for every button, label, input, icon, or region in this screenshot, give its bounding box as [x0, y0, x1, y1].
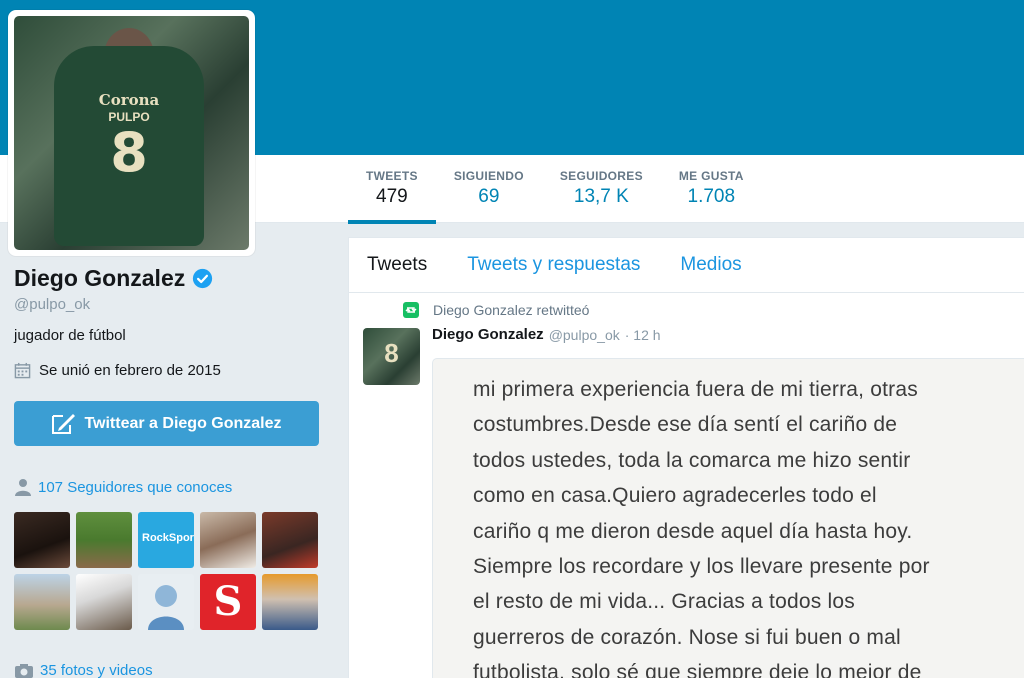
- stat-tweets[interactable]: TWEETS 479: [348, 155, 436, 224]
- follower-avatar[interactable]: [76, 574, 132, 630]
- stat-value: 1.708: [687, 186, 736, 207]
- profile-joined-text: Se unió en febrero de 2015: [39, 362, 221, 379]
- profile-handle[interactable]: @pulpo_ok: [14, 296, 334, 313]
- stat-value: 69: [478, 186, 500, 207]
- photos-videos-text: 35 fotos y videos: [40, 662, 153, 678]
- profile-name[interactable]: Diego Gonzalez: [14, 265, 185, 292]
- tweet-to-button-label: Twittear a Diego Gonzalez: [84, 414, 282, 432]
- media-text-line: todos ustedes, toda la comarca me hizo s…: [473, 448, 911, 472]
- tweet-author-name[interactable]: Diego Gonzalez: [432, 326, 544, 343]
- media-text-line: como en casa.Quiero agradecerles todo el: [473, 484, 877, 508]
- photos-videos-link[interactable]: 35 fotos y videos: [14, 662, 153, 678]
- follower-logo-mark: RockSport: [142, 532, 194, 544]
- follower-avatar[interactable]: RockSport: [138, 512, 194, 568]
- timeline: Tweets Tweets y respuestas Medios Diego …: [348, 237, 1024, 678]
- tweet-media-image[interactable]: mi primera experiencia fuera de mi tierr…: [432, 358, 1024, 678]
- tweet-author-avatar[interactable]: 8: [363, 328, 420, 385]
- tweet-timestamp[interactable]: · 12 h: [625, 327, 661, 343]
- follower-avatar[interactable]: S: [200, 574, 256, 630]
- profile-joined: Se unió en febrero de 2015: [14, 362, 334, 379]
- follower-logo-mark: S: [213, 578, 243, 625]
- stat-value: 479: [376, 186, 408, 207]
- tweet-avatar-jersey-number: 8: [384, 338, 399, 368]
- follower-avatar[interactable]: [14, 512, 70, 568]
- tab-tweets[interactable]: Tweets: [367, 254, 427, 276]
- person-icon: [15, 479, 31, 496]
- tweet-header: Diego Gonzalez @pulpo_ok · 12 h: [432, 326, 661, 343]
- follower-avatar[interactable]: [76, 512, 132, 568]
- media-text-line: el resto de mi vida... Gracias a todos l…: [473, 590, 855, 614]
- stat-followers[interactable]: SEGUIDORES 13,7 K: [542, 155, 661, 223]
- stat-likes[interactable]: ME GUSTA 1.708: [661, 155, 762, 223]
- tab-media[interactable]: Medios: [680, 254, 741, 276]
- profile-bio: jugador de fútbol: [14, 327, 126, 344]
- profile-avatar-image: Corona PULPO 8: [14, 16, 249, 250]
- stat-following[interactable]: SIGUIENDO 69: [436, 155, 542, 223]
- media-text-line: costumbres.Desde ese día sentí el cariño…: [473, 413, 898, 437]
- tab-tweets-and-replies[interactable]: Tweets y respuestas: [467, 254, 640, 276]
- profile-name-row: Diego Gonzalez: [14, 265, 334, 292]
- stat-value: 13,7 K: [573, 186, 629, 207]
- profile-stats: TWEETS 479 SIGUIENDO 69 SEGUIDORES 13,7 …: [348, 155, 762, 224]
- follower-avatar[interactable]: [138, 574, 194, 630]
- media-text-line: mi primera experiencia fuera de mi tierr…: [473, 378, 918, 401]
- avatar-jersey-number: 8: [110, 121, 148, 184]
- media-text-line: cariño q me dieron desde aquel día hasta…: [473, 519, 913, 543]
- followers-you-know-text: 107 Seguidores que conoces: [38, 478, 233, 496]
- media-text-line: futbolista, solo sé que siempre deje lo …: [473, 661, 922, 678]
- follower-avatar[interactable]: [262, 512, 318, 568]
- stat-label: TWEETS: [366, 169, 418, 183]
- stat-label: ME GUSTA: [678, 169, 744, 183]
- profile-info: Diego Gonzalez @pulpo_ok jugador de fútb…: [14, 265, 334, 379]
- tweet-author-handle[interactable]: @pulpo_ok: [549, 327, 620, 343]
- follower-avatar[interactable]: [262, 574, 318, 630]
- stat-label: SEGUIDORES: [559, 169, 643, 183]
- camera-icon: [15, 663, 33, 678]
- verified-badge-icon: [193, 268, 213, 289]
- stat-label: SIGUIENDO: [453, 169, 524, 183]
- timeline-tabs: Tweets Tweets y respuestas Medios: [349, 238, 1024, 293]
- retweet-context: Diego Gonzalez retwitteó: [403, 302, 589, 318]
- follower-avatar-grid: RockSport S: [14, 512, 324, 630]
- media-text-line: guerreros de corazón. Nose si fui buen o…: [473, 625, 901, 649]
- follower-avatar[interactable]: [14, 574, 70, 630]
- retweet-icon: [403, 302, 419, 318]
- avatar-jersey-brand: Corona: [98, 91, 160, 109]
- default-avatar-icon: [148, 585, 184, 630]
- retweet-context-text[interactable]: Diego Gonzalez retwitteó: [433, 302, 589, 318]
- profile-avatar[interactable]: Corona PULPO 8: [8, 10, 255, 256]
- tweet-media-text: mi primera experiencia fuera de mi tierr…: [473, 372, 1023, 678]
- compose-tweet-icon: [52, 413, 76, 434]
- media-text-line: Siempre los recordare y los llevare pres…: [473, 555, 930, 579]
- calendar-icon: [14, 362, 31, 379]
- followers-you-know-link[interactable]: 107 Seguidores que conoces: [14, 478, 232, 496]
- tweet-to-button[interactable]: Twittear a Diego Gonzalez: [14, 401, 319, 446]
- follower-avatar[interactable]: [200, 512, 256, 568]
